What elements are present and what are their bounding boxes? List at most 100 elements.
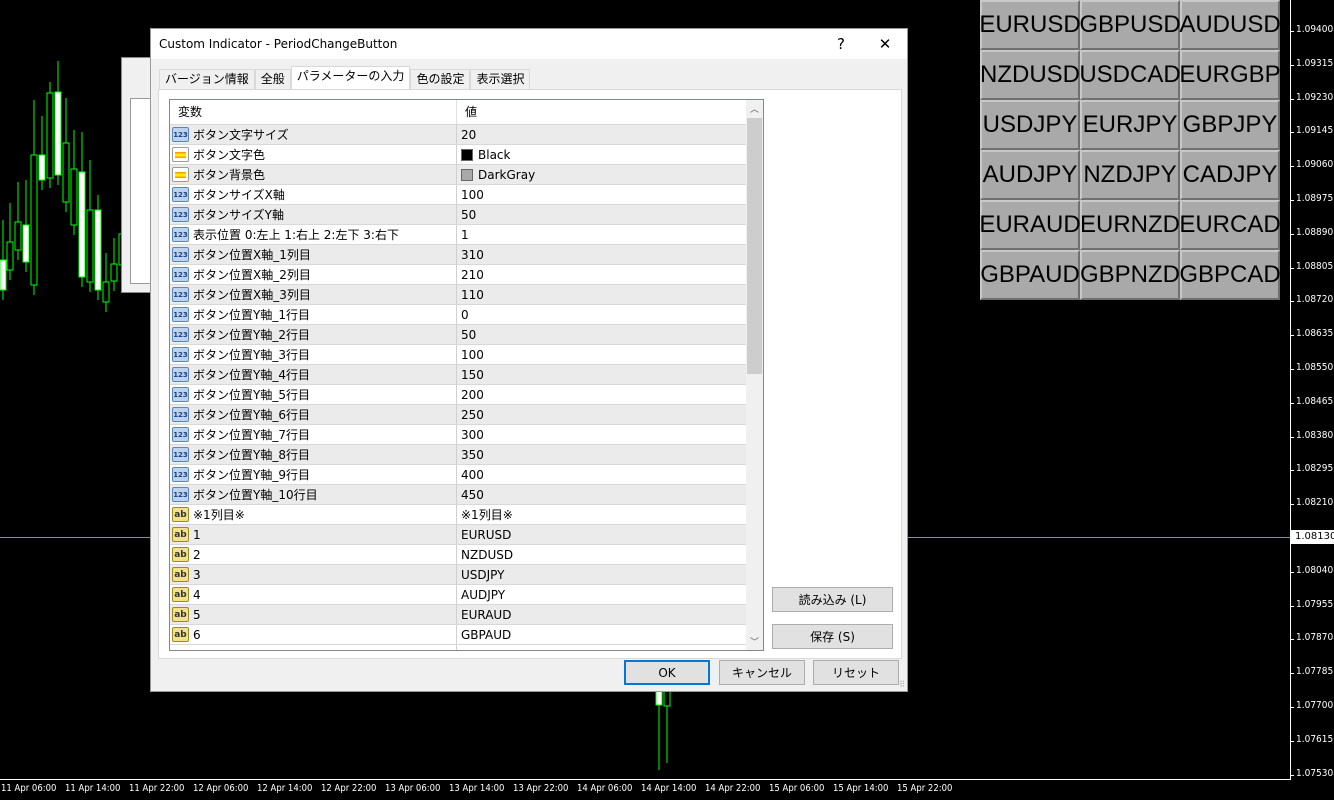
help-button[interactable]: ?: [821, 29, 861, 59]
param-value-cell[interactable]: DarkGray: [457, 165, 763, 184]
color-param-icon: [172, 167, 189, 182]
symbol-button-eurnzd[interactable]: EURNZD: [1080, 200, 1180, 250]
param-value-cell[interactable]: 210: [457, 265, 763, 284]
param-value-cell[interactable]: EURAUD: [457, 605, 763, 624]
symbol-button-euraud[interactable]: EURAUD: [980, 200, 1080, 250]
table-row[interactable]: ボタン文字色Black: [170, 144, 763, 164]
table-row[interactable]: 123ボタン位置X軸_1列目310: [170, 244, 763, 264]
param-value-cell[interactable]: 350: [457, 445, 763, 464]
param-value-cell[interactable]: 310: [457, 245, 763, 264]
param-value-cell[interactable]: 50: [457, 205, 763, 224]
symbol-button-cadjpy[interactable]: CADJPY: [1180, 150, 1280, 200]
param-value-cell[interactable]: Black: [457, 145, 763, 164]
param-value-cell[interactable]: USDJPY: [457, 565, 763, 584]
table-row[interactable]: 123ボタン位置X軸_3列目110: [170, 284, 763, 304]
table-row[interactable]: ボタン背景色DarkGray: [170, 164, 763, 184]
param-value-cell[interactable]: 300: [457, 425, 763, 444]
param-value-cell[interactable]: 50: [457, 325, 763, 344]
cancel-button[interactable]: キャンセル: [719, 660, 805, 685]
ok-button[interactable]: OK: [624, 660, 710, 685]
param-value-cell[interactable]: 200: [457, 385, 763, 404]
tab-colors[interactable]: 色の設定: [410, 69, 470, 89]
close-button[interactable]: ✕: [865, 29, 905, 59]
table-row[interactable]: 123ボタン位置Y軸_3行目100: [170, 344, 763, 364]
table-row[interactable]: ab4AUDJPY: [170, 584, 763, 604]
symbol-button-audusd[interactable]: AUDUSD: [1180, 0, 1280, 50]
param-name: ボタン位置X軸_1列目: [193, 246, 311, 263]
symbol-button-eurcad[interactable]: EURCAD: [1180, 200, 1280, 250]
symbol-button-usdcad[interactable]: USDCAD: [1080, 50, 1180, 100]
param-value-cell[interactable]: 20: [457, 125, 763, 144]
param-value-cell[interactable]: EURUSD: [457, 525, 763, 544]
reset-button[interactable]: リセット: [813, 660, 899, 685]
param-value-cell[interactable]: NZDUSD: [457, 545, 763, 564]
price-tick: [1290, 268, 1294, 269]
save-button[interactable]: 保存 (S): [772, 624, 893, 649]
symbol-button-eurusd[interactable]: EURUSD: [980, 0, 1080, 50]
table-row[interactable]: 123ボタン位置Y軸_5行目200: [170, 384, 763, 404]
table-row[interactable]: 123ボタンサイズY軸50: [170, 204, 763, 224]
integer-param-icon: 123: [172, 467, 189, 482]
vertical-scrollbar[interactable]: ︿ ﹀: [746, 100, 763, 650]
table-row[interactable]: 123ボタン位置Y軸_9行目400: [170, 464, 763, 484]
symbol-button-eurgbp[interactable]: EURGBP: [1180, 50, 1280, 100]
symbol-button-gbpaud[interactable]: GBPAUD: [980, 250, 1080, 300]
tab-visualization[interactable]: 表示選択: [470, 69, 530, 89]
symbol-button-gbpjpy[interactable]: GBPJPY: [1180, 100, 1280, 150]
tab-version-info[interactable]: バージョン情報: [159, 69, 255, 89]
symbol-button-nzdjpy[interactable]: NZDJPY: [1080, 150, 1180, 200]
table-row[interactable]: ab1EURUSD: [170, 524, 763, 544]
symbol-button-gbpcad[interactable]: GBPCAD: [1180, 250, 1280, 300]
price-label: 1.09230: [1296, 92, 1333, 103]
symbol-button-usdjpy[interactable]: USDJPY: [980, 100, 1080, 150]
integer-param-icon: 123: [172, 447, 189, 462]
string-param-icon: ab: [172, 587, 189, 602]
table-row[interactable]: 123表示位置 0:左上 1:右上 2:左下 3:右下1: [170, 224, 763, 244]
symbol-button-gbpnzd[interactable]: GBPNZD: [1080, 250, 1180, 300]
table-row[interactable]: 123ボタン位置Y軸_10行目450: [170, 484, 763, 504]
tab-general[interactable]: 全般: [255, 69, 291, 89]
param-value-cell[interactable]: 400: [457, 465, 763, 484]
symbol-button-audjpy[interactable]: AUDJPY: [980, 150, 1080, 200]
param-value-cell[interactable]: 100: [457, 345, 763, 364]
param-value: 310: [461, 248, 484, 262]
param-value-cell[interactable]: 100: [457, 185, 763, 204]
param-value-cell[interactable]: AUDJPY: [457, 585, 763, 604]
string-param-icon: ab: [172, 607, 189, 622]
tab-inputs[interactable]: パラメーターの入力: [291, 66, 411, 89]
scrollbar-thumb[interactable]: [747, 118, 762, 374]
table-row[interactable]: 123ボタン位置Y軸_6行目250: [170, 404, 763, 424]
scroll-down-icon[interactable]: ﹀: [746, 633, 763, 650]
param-value-cell[interactable]: 0: [457, 305, 763, 324]
column-header-variable[interactable]: 変数: [170, 100, 457, 124]
param-value-cell[interactable]: GBPAUD: [457, 625, 763, 644]
param-value-cell[interactable]: 250: [457, 405, 763, 424]
param-value-cell[interactable]: 110: [457, 285, 763, 304]
param-value-cell[interactable]: 150: [457, 365, 763, 384]
symbol-button-gbpusd[interactable]: GBPUSD: [1080, 0, 1180, 50]
scroll-up-icon[interactable]: ︿: [746, 100, 763, 117]
table-row[interactable]: ab6GBPAUD: [170, 624, 763, 644]
param-value-cell[interactable]: 450: [457, 485, 763, 504]
table-row[interactable]: 123ボタン位置Y軸_4行目150: [170, 364, 763, 384]
symbol-button-eurjpy[interactable]: EURJPY: [1080, 100, 1180, 150]
title-bar[interactable]: Custom Indicator - PeriodChangeButton ? …: [151, 29, 907, 59]
table-row[interactable]: 123ボタン位置Y軸_2行目50: [170, 324, 763, 344]
table-row[interactable]: ab3USDJPY: [170, 564, 763, 584]
table-row[interactable]: ab5EURAUD: [170, 604, 763, 624]
param-value-cell[interactable]: ※1列目※: [457, 505, 763, 524]
param-value-cell[interactable]: 1: [457, 225, 763, 244]
string-param-icon: ab: [172, 627, 189, 642]
table-row[interactable]: 123ボタン文字サイズ20: [170, 124, 763, 144]
table-row[interactable]: ab2NZDUSD: [170, 544, 763, 564]
table-row[interactable]: 123ボタン位置Y軸_8行目350: [170, 444, 763, 464]
load-button[interactable]: 読み込み (L): [772, 587, 893, 612]
table-row[interactable]: ab※1列目※※1列目※: [170, 504, 763, 524]
column-header-value[interactable]: 値: [457, 100, 477, 124]
table-row[interactable]: 123ボタン位置X軸_2列目210: [170, 264, 763, 284]
symbol-button-nzdusd[interactable]: NZDUSD: [980, 50, 1080, 100]
table-row[interactable]: 123ボタン位置Y軸_1行目0: [170, 304, 763, 324]
table-row[interactable]: 123ボタン位置Y軸_7行目300: [170, 424, 763, 444]
table-row[interactable]: 123ボタンサイズX軸100: [170, 184, 763, 204]
resize-grip-icon[interactable]: ⠿: [899, 680, 905, 689]
